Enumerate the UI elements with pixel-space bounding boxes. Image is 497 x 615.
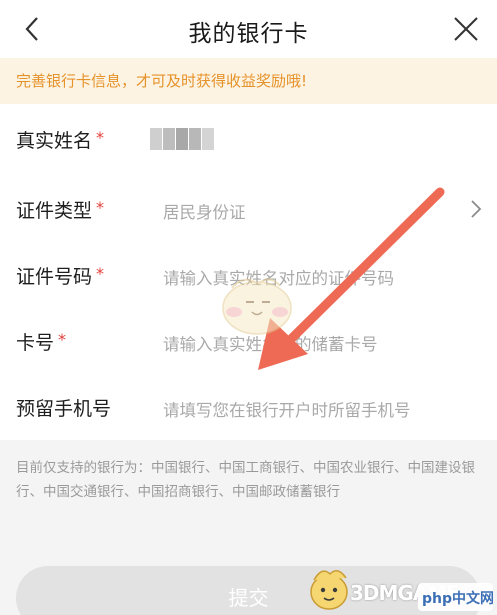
required-mark: *	[96, 264, 105, 283]
required-mark: *	[96, 128, 105, 147]
required-mark: *	[58, 330, 67, 349]
submit-button[interactable]: 提交	[16, 566, 481, 615]
id-type-row[interactable]: 证件类型 * 居民身份证	[0, 174, 497, 240]
top-nav-bar: 我的银行卡	[0, 0, 497, 58]
page-title: 我的银行卡	[188, 21, 309, 47]
card-number-label: 卡号 *	[16, 330, 67, 354]
supported-banks-text: 目前仅支持的银行为：中国银行、中国工商银行、中国农业银行、中国建设银行、中国交通…	[16, 460, 475, 500]
real-name-label: 真实姓名 *	[16, 128, 105, 152]
bank-card-form: 真实姓名 * 证件类型 * 居民身份证 证件号码 * 请输入真实姓名对应的证件号码 卡…	[0, 104, 497, 440]
chevron-right-icon[interactable]	[469, 199, 483, 219]
required-mark: *	[96, 198, 105, 217]
close-icon[interactable]	[451, 14, 481, 44]
phone-label: 预留手机号	[16, 398, 112, 420]
id-type-value[interactable]: 居民身份证	[163, 199, 246, 223]
id-number-input[interactable]: 请输入真实姓名对应的证件号码	[163, 265, 394, 289]
masked-name-value	[150, 128, 218, 150]
real-name-row[interactable]: 真实姓名 *	[0, 104, 497, 170]
notice-banner: 完善银行卡信息，才可及时获得收益奖励哦!	[0, 58, 497, 104]
card-number-input[interactable]: 请输入真实姓名下的储蓄卡号	[163, 331, 378, 355]
card-number-row[interactable]: 卡号 * 请输入真实姓名下的储蓄卡号	[0, 306, 497, 372]
phone-row[interactable]: 预留手机号 请填写您在银行开户时所留手机号	[0, 372, 497, 438]
id-number-label: 证件号码 *	[16, 264, 105, 288]
id-number-row[interactable]: 证件号码 * 请输入真实姓名对应的证件号码	[0, 240, 497, 306]
phone-input[interactable]: 请填写您在银行开户时所留手机号	[163, 397, 411, 421]
id-type-label: 证件类型 *	[16, 198, 105, 222]
